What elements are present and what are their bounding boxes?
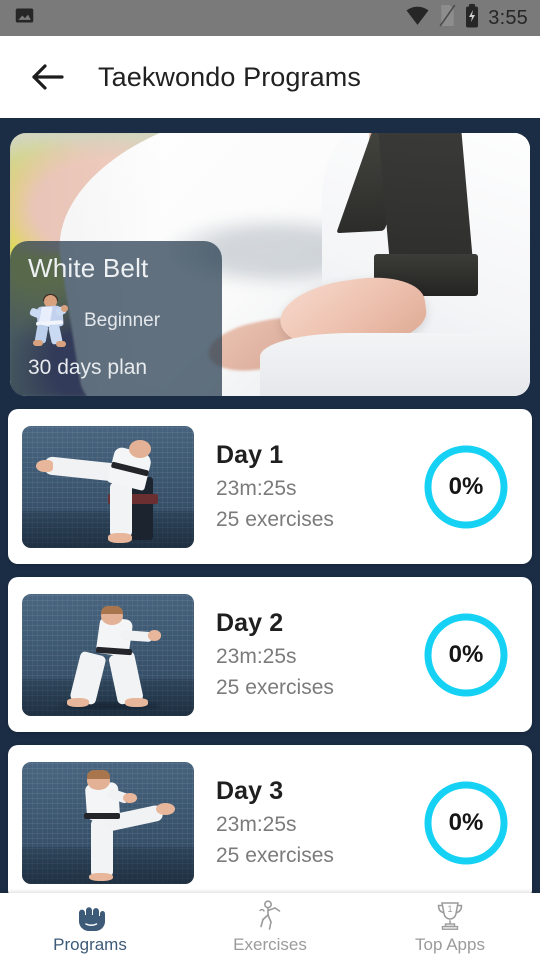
karate-figure-icon	[28, 294, 76, 348]
day-info: Day 2 23m:25s 25 exercises	[216, 609, 422, 700]
table-row[interactable]: Day 2 23m:25s 25 exercises 0%	[8, 577, 532, 732]
day-duration: 23m:25s	[216, 645, 297, 668]
fist-icon	[74, 898, 106, 932]
day-title: Day 2	[216, 609, 284, 637]
status-bar-right: 3:55	[405, 3, 528, 33]
progress-ring: 0%	[422, 611, 510, 699]
day-thumbnail	[22, 593, 194, 716]
status-bar-left	[14, 5, 35, 31]
app-screen: 3:55 Taekwondo Programs White Belt Begin…	[0, 0, 540, 960]
trophy-icon: 1	[434, 898, 466, 932]
belt-level: Beginner	[84, 310, 161, 331]
day-duration: 23m:25s	[216, 477, 297, 500]
progress-value: 0%	[448, 640, 484, 668]
day-thumbnail	[22, 425, 194, 548]
progress-ring: 0%	[422, 443, 510, 531]
day-info: Day 1 23m:25s 25 exercises	[216, 441, 422, 532]
nav-label-programs: Programs	[53, 935, 127, 954]
nav-item-programs[interactable]: Programs	[0, 898, 180, 955]
program-hero-banner[interactable]: White Belt Beginner 30 days plan	[10, 133, 530, 396]
day-exercise-count: 25 exercises	[216, 844, 334, 867]
nav-item-top-apps[interactable]: 1 Top Apps	[360, 898, 540, 955]
wifi-icon	[405, 5, 430, 31]
day-thumbnail	[22, 761, 194, 884]
sim-card-off-icon	[439, 4, 456, 32]
status-bar: 3:55	[0, 0, 540, 36]
bottom-navigation: Programs Exercises 1 Top Apps	[0, 893, 540, 960]
day-list: Day 1 23m:25s 25 exercises 0% Day 2 23m:…	[0, 409, 540, 893]
back-arrow-icon[interactable]	[18, 46, 80, 108]
day-exercise-count: 25 exercises	[216, 676, 334, 699]
scroll-content[interactable]: White Belt Beginner 30 days plan Day 1 2…	[0, 118, 540, 893]
nav-item-exercises[interactable]: Exercises	[180, 898, 360, 955]
nav-label-exercises: Exercises	[233, 935, 307, 954]
nav-label-top-apps: Top Apps	[415, 935, 485, 954]
page-title: Taekwondo Programs	[98, 61, 361, 92]
belt-info-overlay: White Belt Beginner 30 days plan	[10, 241, 222, 396]
trophy-number: 1	[447, 904, 452, 914]
day-info: Day 3 23m:25s 25 exercises	[216, 777, 422, 868]
progress-value: 0%	[448, 808, 484, 836]
level-row: Beginner	[28, 294, 208, 348]
plan-duration: 30 days plan	[28, 356, 148, 379]
day-title: Day 1	[216, 441, 284, 469]
table-row[interactable]: Day 3 23m:25s 25 exercises 0%	[8, 745, 532, 893]
belt-name: White Belt	[28, 253, 149, 283]
toolbar: Taekwondo Programs	[0, 36, 540, 118]
progress-ring: 0%	[422, 779, 510, 867]
status-bar-clock: 3:55	[488, 6, 528, 29]
image-icon	[14, 5, 35, 31]
day-exercise-count: 25 exercises	[216, 508, 334, 531]
kick-figure-icon	[255, 898, 285, 932]
progress-value: 0%	[448, 472, 484, 500]
battery-charging-icon	[465, 3, 479, 33]
day-title: Day 3	[216, 777, 284, 805]
day-duration: 23m:25s	[216, 813, 297, 836]
table-row[interactable]: Day 1 23m:25s 25 exercises 0%	[8, 409, 532, 564]
